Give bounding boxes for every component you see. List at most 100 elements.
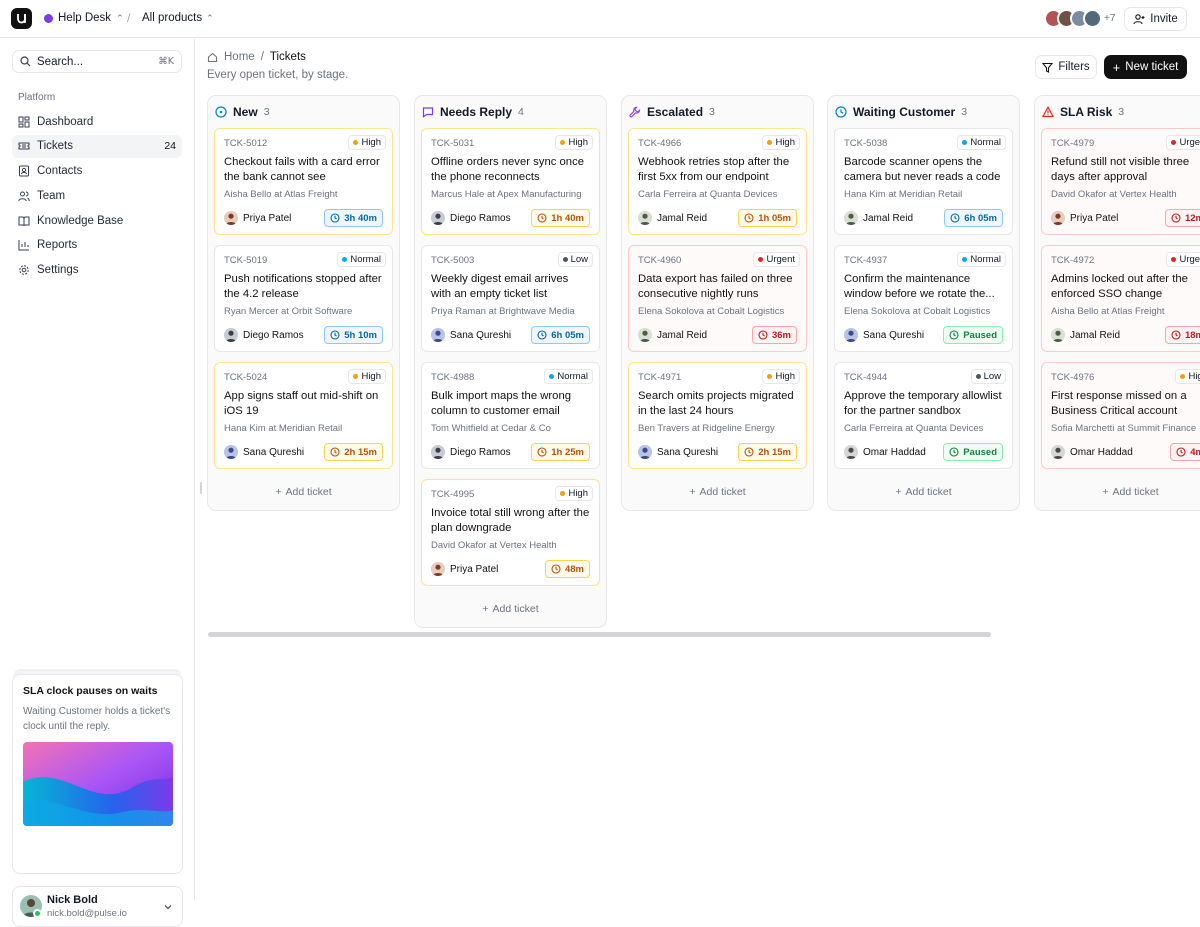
breadcrumb-home[interactable]: Home: [224, 51, 255, 63]
sidebar-item-tickets[interactable]: Tickets 24: [12, 134, 182, 158]
invite-button[interactable]: Invite: [1124, 7, 1187, 31]
avatar: [1051, 211, 1065, 225]
sla-timer-value: 5h 10m: [344, 329, 377, 341]
user-email: nick.bold@pulse.io: [47, 908, 127, 919]
clock-icon: [537, 330, 547, 340]
ticket-assignee[interactable]: Diego Ramos: [224, 328, 304, 342]
ticket-card[interactable]: TCK-5019 Normal Push notifications stopp…: [214, 245, 393, 352]
ticket-assignee[interactable]: Jamal Reid: [638, 211, 707, 225]
ticket-assignee[interactable]: Jamal Reid: [638, 328, 707, 342]
board-column-new: New 3 TCK-5012 High Checkout fails with a…: [207, 95, 400, 511]
column-header[interactable]: Waiting Customer 3: [828, 96, 1019, 128]
sidebar-item-label: Tickets: [37, 140, 73, 153]
sidebar-item-reports[interactable]: Reports: [12, 234, 182, 257]
add-ticket-button[interactable]: + Add ticket: [415, 594, 606, 623]
priority-label: Low: [570, 254, 588, 265]
promo-card[interactable]: SLA clock pauses on waits Waiting Custom…: [12, 674, 183, 874]
add-ticket-button[interactable]: + Add ticket: [828, 477, 1019, 506]
ticket-assignee[interactable]: Sana Qureshi: [638, 445, 718, 459]
ticket-card[interactable]: TCK-4988 Normal Bulk import maps the wro…: [421, 362, 600, 469]
ticket-assignee[interactable]: Sana Qureshi: [844, 328, 924, 342]
ticket-assignee[interactable]: Sana Qureshi: [224, 445, 304, 459]
ticket-card[interactable]: TCK-5031 High Offline orders never sync …: [421, 128, 600, 235]
sidebar-item-team[interactable]: Team: [12, 184, 182, 207]
dashboard-icon: [18, 116, 30, 127]
ticket-card[interactable]: TCK-5003 Low Weekly digest email arrives…: [421, 245, 600, 352]
sidebar-item-settings[interactable]: Settings: [12, 259, 182, 282]
ticket-card[interactable]: TCK-4972 Urgent Admins locked out after …: [1041, 245, 1200, 352]
clock-icon: [537, 213, 547, 223]
ticket-card[interactable]: TCK-5024 High App signs staff out mid-sh…: [214, 362, 393, 469]
column-header[interactable]: Needs Reply 4: [415, 96, 606, 128]
add-ticket-button[interactable]: + Add ticket: [622, 477, 813, 506]
sidebar-item-label: Settings: [37, 264, 79, 277]
ticket-assignee[interactable]: Diego Ramos: [431, 445, 511, 459]
ticket-assignee[interactable]: Jamal Reid: [844, 211, 913, 225]
column-title: Escalated: [647, 105, 704, 119]
ticket-assignee[interactable]: Priya Patel: [224, 211, 291, 225]
ticket-card[interactable]: TCK-4971 High Search omits projects migr…: [628, 362, 807, 469]
sidebar-item-dashboard[interactable]: Dashboard: [12, 110, 182, 133]
priority-label: Low: [983, 371, 1001, 382]
ticket-title: Webhook retries stop after the first 5xx…: [638, 156, 790, 183]
plus-icon: +: [1112, 59, 1121, 75]
ticket-assignee[interactable]: Sana Qureshi: [431, 328, 511, 342]
workspace-switcher[interactable]: Help Desk ⌃: [44, 12, 124, 24]
product-filter[interactable]: All products ⌃: [142, 12, 214, 24]
priority-badge: Low: [970, 369, 1006, 384]
ticket-card[interactable]: TCK-5038 Normal Barcode scanner opens th…: [834, 128, 1013, 235]
priority-label: Urgent: [766, 254, 795, 265]
ticket-card[interactable]: TCK-4937 Normal Confirm the maintenance …: [834, 245, 1013, 352]
team-avatars[interactable]: +7: [1044, 9, 1124, 29]
ticket-assignee[interactable]: Diego Ramos: [431, 211, 511, 225]
priority-badge: Urgent: [753, 252, 800, 267]
ticket-card[interactable]: TCK-5012 High Checkout fails with a card…: [214, 128, 393, 235]
invite-label: Invite: [1150, 13, 1178, 25]
book-icon: [18, 216, 30, 226]
ticket-card[interactable]: TCK-4979 Urgent Refund still not visible…: [1041, 128, 1200, 235]
board-horizontal-scrollbar[interactable]: [208, 632, 991, 637]
column-count: 3: [263, 106, 270, 118]
ticket-title: Bulk import maps the wrong column to cus…: [431, 390, 572, 417]
ticket-assignee[interactable]: Priya Patel: [1051, 211, 1118, 225]
new-ticket-button[interactable]: + New ticket: [1104, 55, 1187, 79]
ticket-id: TCK-4966: [638, 138, 682, 149]
ticket-assignee[interactable]: Omar Haddad: [1051, 445, 1133, 459]
sidebar-item-knowledge-base[interactable]: Knowledge Base: [12, 209, 182, 232]
clock-icon: [537, 447, 547, 457]
app-logo[interactable]: [11, 8, 32, 29]
board-column-waiting-customer: Waiting Customer 3 TCK-5038 Normal Barcod…: [827, 95, 1020, 511]
ticket-requester: Carla Ferreira at Quanta Devices: [844, 423, 984, 434]
user-profile[interactable]: Nick Bold nick.bold@pulse.io: [12, 886, 183, 927]
add-ticket-button[interactable]: + Add ticket: [208, 477, 399, 506]
ticket-assignee[interactable]: Omar Haddad: [844, 445, 926, 459]
ticket-card[interactable]: TCK-4976 High First response missed on a…: [1041, 362, 1200, 469]
column-header[interactable]: Escalated 3: [622, 96, 813, 128]
column-title: Waiting Customer: [853, 105, 956, 119]
sidebar-item-contacts[interactable]: Contacts: [12, 160, 182, 183]
ticket-card[interactable]: TCK-4966 High Webhook retries stop after…: [628, 128, 807, 235]
avatar: [431, 445, 445, 459]
clock-icon: [330, 330, 340, 340]
ticket-card[interactable]: TCK-4960 Urgent Data export has failed o…: [628, 245, 807, 352]
column-header[interactable]: SLA Risk 3: [1035, 96, 1200, 128]
priority-label: Normal: [970, 254, 1001, 265]
ticket-card[interactable]: TCK-4944 Low Approve the temporary allow…: [834, 362, 1013, 469]
ticket-assignee[interactable]: Priya Patel: [431, 562, 498, 576]
ticket-card[interactable]: TCK-4995 High Invoice total still wrong …: [421, 479, 600, 586]
clock-icon: [551, 564, 561, 574]
filters-button[interactable]: Filters: [1035, 55, 1097, 79]
avatar: [638, 445, 652, 459]
search-placeholder: Search...: [37, 55, 84, 68]
add-ticket-button[interactable]: + Add ticket: [1035, 477, 1200, 506]
sidebar-resize-handle[interactable]: [200, 482, 202, 494]
ticket-assignee[interactable]: Jamal Reid: [1051, 328, 1120, 342]
column-header[interactable]: New 3: [208, 96, 399, 128]
priority-label: Urgent: [1179, 254, 1200, 265]
plus-icon: +: [689, 485, 696, 498]
avatar: [638, 328, 652, 342]
clock-icon: [949, 330, 959, 340]
breadcrumb-separator: /: [260, 51, 264, 63]
search-input[interactable]: Search... ⌘K: [12, 50, 182, 73]
breadcrumb-current: Tickets: [269, 51, 306, 63]
